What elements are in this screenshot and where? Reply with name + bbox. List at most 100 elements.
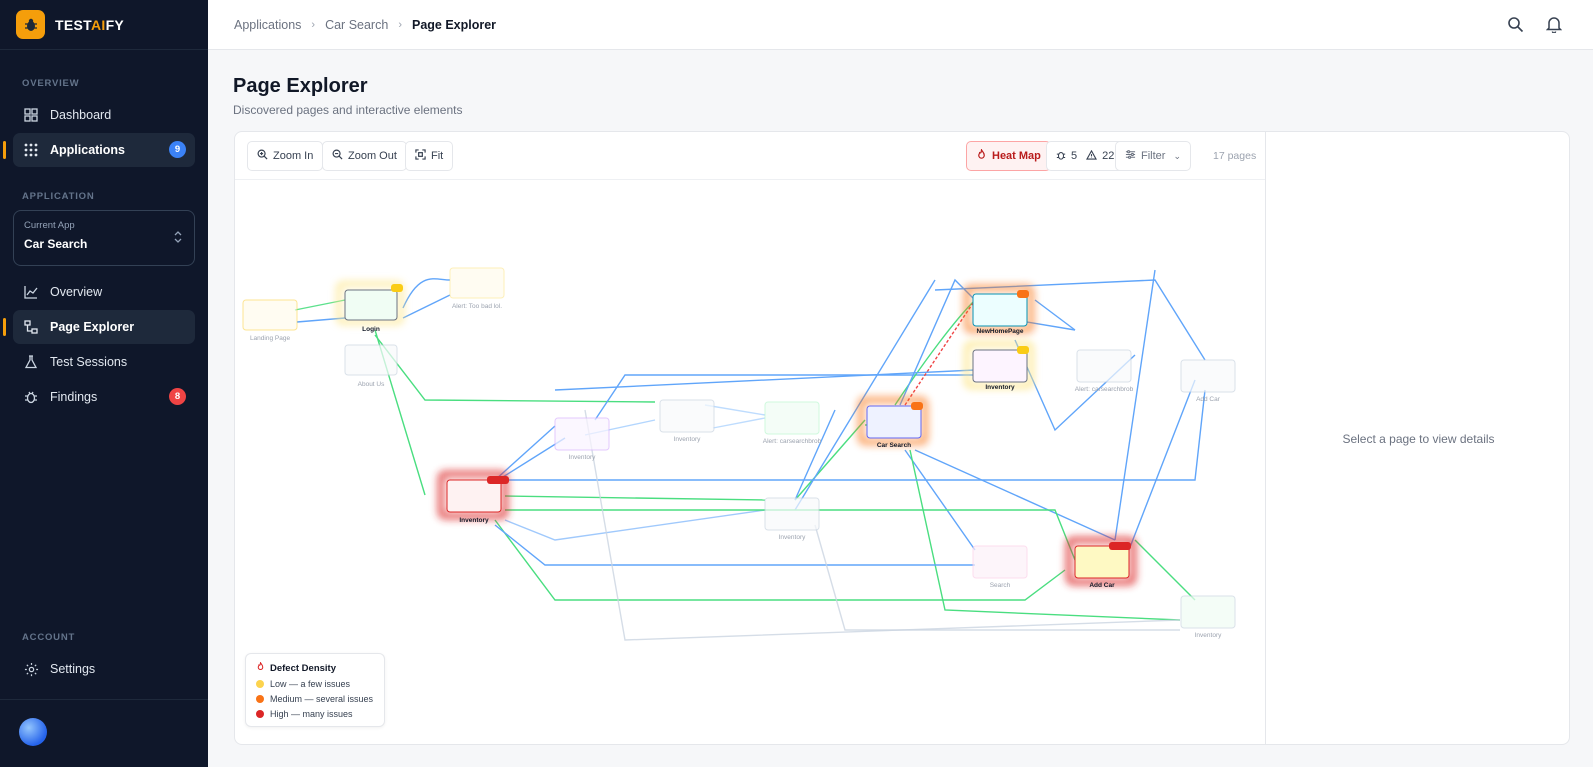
sidebar-divider [0,699,208,700]
flask-icon [23,354,39,370]
sidebar-item-label: Overview [50,285,103,299]
chevron-right-icon: › [398,18,402,31]
sidebar: TESTAIFY OVERVIEW Dashboard Applications… [0,0,208,767]
defect-density-legend: Defect Density Low — a few issues Medium… [245,653,385,727]
node-label[interactable]: Search [990,582,1011,589]
sidebar-item-overview[interactable]: Overview [13,275,195,309]
heat-map-button[interactable]: Heat Map [966,141,1051,171]
issue-counts[interactable]: 5 22 [1046,141,1125,171]
filter-button[interactable]: Filter ⌄ [1115,141,1191,171]
legend-title: Defect Density [256,660,374,674]
node-label[interactable]: NewHomePage [977,328,1024,335]
fit-button[interactable]: Fit [405,141,454,171]
chart-line-icon [23,284,39,300]
node-label[interactable]: Inventory [985,384,1015,391]
sidebar-item-settings[interactable]: Settings [13,652,195,686]
zoom-in-icon [257,149,268,163]
brand-name: TESTAIFY [55,16,125,33]
node-label[interactable]: Add Car [1196,396,1221,403]
sidebar-item-applications[interactable]: Applications 9 [3,133,195,167]
bug-count: 5 [1071,150,1078,162]
zoom-in-button[interactable]: Zoom In [247,141,324,171]
legend-medium-label: Medium — several issues [270,694,374,704]
node-label[interactable]: Alert: carsearchbrob [763,438,822,445]
node-label[interactable]: Inventory [569,454,596,461]
node-label[interactable]: Inventory [459,517,489,524]
topbar: Applications › Car Search › Page Explore… [208,0,1593,50]
sidebar-item-test-sessions[interactable]: Test Sessions [13,345,195,379]
chevron-down-icon: ⌄ [1173,150,1181,161]
warning-count: 22 [1102,150,1115,162]
findings-count-badge: 8 [169,388,186,405]
breadcrumb-item-applications[interactable]: Applications [234,18,301,32]
fit-icon [415,149,426,163]
graph-nodes [242,267,1236,629]
legend-row-medium: Medium — several issues [256,694,374,704]
page-graph: Landing Page Login Alert: Too bad lol. A… [242,267,1236,641]
details-placeholder: Select a page to view details [1342,432,1495,446]
node-label[interactable]: Inventory [1195,632,1222,639]
applications-count-badge: 9 [169,141,186,158]
graph-toolbar: Zoom In Zoom Out Fit Heat Map 5 22 Filte… [235,132,1265,180]
sidebar-item-findings[interactable]: Findings 8 [13,380,195,414]
avatar[interactable] [19,718,47,746]
sidebar-item-dashboard[interactable]: Dashboard [13,98,195,132]
sitemap-icon [23,319,39,335]
zoom-in-label: Zoom In [273,150,314,162]
graph-canvas[interactable]: Landing Page Login Alert: Too bad lol. A… [235,180,1265,744]
dashboard-icon [23,107,39,123]
pages-count: 17 pages [1213,150,1257,162]
high-dot [256,710,264,718]
details-panel: Select a page to view details [1265,132,1569,744]
node-label[interactable]: Alert: carsearchbrob [1075,386,1134,393]
flame-icon [976,147,987,163]
current-app-caption: Current App [24,220,75,231]
legend-title-text: Defect Density [270,662,336,674]
heat-map-label: Heat Map [992,150,1041,162]
legend-high-label: High — many issues [270,709,353,719]
page-title: Page Explorer [233,75,368,97]
bug-logo-icon[interactable] [16,10,45,39]
warning-icon [1086,149,1098,163]
breadcrumb: Applications › Car Search › Page Explore… [234,18,496,32]
sidebar-item-page-explorer[interactable]: Page Explorer [3,310,195,344]
section-label-application: APPLICATION [22,191,95,202]
active-marker [3,141,6,159]
search-icon[interactable] [1507,16,1524,38]
node-label[interactable]: Inventory [674,436,701,443]
node-label[interactable]: Inventory [779,534,806,541]
page-subtitle: Discovered pages and interactive element… [233,103,463,117]
bug-small-icon [1056,150,1066,163]
current-app-value: Car Search [24,237,88,251]
legend-low-label: Low — a few issues [270,679,351,689]
zoom-out-button[interactable]: Zoom Out [322,141,407,171]
medium-dot [256,695,264,703]
sidebar-item-label: Page Explorer [50,320,135,334]
node-label[interactable]: Add Car [1089,582,1115,589]
current-app-select[interactable]: Current App Car Search [13,210,195,266]
chevron-right-icon: › [311,18,316,31]
filter-label: Filter [1141,150,1166,162]
node-label[interactable]: Login [362,326,380,333]
low-dot [256,680,264,688]
legend-row-low: Low — a few issues [256,679,374,689]
breadcrumb-item-car-search[interactable]: Car Search [325,18,388,32]
brand: TESTAIFY [0,0,208,50]
sidebar-item-label: Settings [50,662,96,676]
node-label[interactable]: Alert: Too bad lol. [452,303,502,310]
section-label-account: ACCOUNT [22,632,76,643]
node-label[interactable]: Car Search [877,442,911,449]
graph-edges [294,269,1206,641]
zoom-out-icon [332,149,343,163]
bell-icon[interactable] [1545,16,1563,38]
chevron-updown-icon [174,230,182,249]
sidebar-item-label: Applications [50,143,126,157]
explorer-panel: Zoom In Zoom Out Fit Heat Map 5 22 Filte… [234,131,1570,745]
legend-row-high: High — many issues [256,709,374,719]
breadcrumb-item-current: Page Explorer [411,17,497,32]
gear-icon [23,661,39,677]
section-label-overview: OVERVIEW [22,78,80,89]
zoom-out-label: Zoom Out [348,150,397,162]
node-label[interactable]: Landing Page [250,335,291,342]
node-label[interactable]: About Us [358,381,385,388]
